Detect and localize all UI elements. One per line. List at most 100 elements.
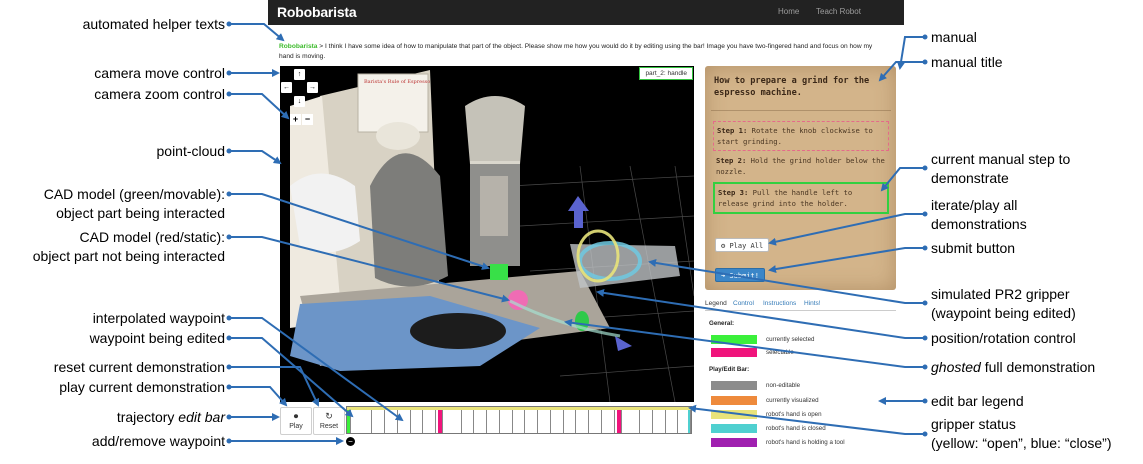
edit-bar-waypoint[interactable] — [438, 410, 444, 433]
label-gripper-line1: simulated PR2 gripper — [931, 286, 1070, 302]
edit-bar-waypoint[interactable] — [627, 410, 641, 433]
reset-button[interactable]: ↻ Reset — [313, 407, 345, 435]
info-tabs: Legend Control Instructions Hints! — [705, 299, 896, 311]
step-1-number: Step 1: — [717, 126, 748, 135]
edit-bar-waypoint[interactable] — [688, 410, 691, 433]
edit-bar-waypoint[interactable] — [513, 410, 526, 433]
label-waypoint-edited: waypoint being edited — [89, 330, 225, 346]
submit-button[interactable]: ➜ Submit! — [715, 268, 765, 282]
edit-bar-waypoint[interactable] — [589, 410, 602, 433]
nav-teach-robot[interactable]: Teach Robot — [816, 7, 861, 16]
white-mug — [290, 173, 360, 253]
tab-instructions[interactable]: Instructions — [763, 300, 796, 307]
edit-bar-waypoint[interactable] — [423, 410, 437, 433]
play-all-button[interactable]: ⚙ Play All — [715, 238, 770, 252]
simulated-pr2-gripper[interactable] — [570, 229, 680, 288]
legend-swatch-closed — [711, 424, 757, 433]
edit-bar-waypoint[interactable] — [449, 410, 462, 433]
legend-label-visualized: currently visualized — [766, 397, 819, 404]
manual-step-1[interactable]: Step 1: Rotate the knob clockwise to sta… — [713, 121, 889, 151]
label-cad-red-line2: object part not being interacted — [32, 248, 225, 264]
label-cad-green-line1: CAD model (green/movable): — [43, 186, 225, 202]
legend-swatch-visualized — [711, 396, 757, 405]
whiteboard-text: Barista's Rule of Espresso — [364, 79, 430, 85]
edit-bar-waypoint[interactable] — [347, 410, 351, 433]
legend-swatch-tool — [711, 438, 757, 447]
legend-swatch-non-editable — [711, 381, 757, 390]
tab-hints[interactable]: Hints! — [804, 300, 821, 307]
point-cloud-scene[interactable]: Barista's Rule of Espresso — [280, 66, 694, 402]
edit-bar-waypoint[interactable] — [616, 410, 622, 433]
3d-viewer[interactable]: Barista's Rule of Espresso part_2: handl… — [280, 66, 694, 402]
play-button[interactable]: ⏺ Play — [280, 407, 312, 435]
edit-bar-waypoint[interactable] — [551, 410, 564, 433]
label-point-cloud: point-cloud — [156, 143, 226, 159]
legend-label-closed: robot's hand is closed — [766, 425, 826, 432]
edit-bar-waypoint[interactable] — [602, 410, 615, 433]
legend-playedit-title: Play/Edit Bar: — [709, 366, 750, 373]
zoom-out-button[interactable]: − — [302, 114, 313, 125]
label-gripper-status: gripper status (yellow: “open”, blue: “c… — [931, 415, 1112, 453]
label-ghosted-demo: ghosted full demonstration — [931, 358, 1095, 377]
legend-label-selected: currently selected — [766, 336, 815, 343]
edit-bar-waypoint[interactable] — [474, 410, 488, 433]
label-iterate-line2: demonstrations — [931, 216, 1027, 232]
label-manual-title: manual title — [931, 54, 1003, 70]
edit-bar-waypoint[interactable] — [385, 410, 398, 433]
legend-general-title: General: — [709, 320, 735, 327]
reset-icon: ↻ — [325, 411, 333, 421]
edit-bar-waypoint[interactable] — [576, 410, 590, 433]
edit-bar-waypoint[interactable] — [398, 410, 411, 433]
trajectory-edit-bar[interactable] — [346, 406, 692, 434]
edit-bar-waypoint[interactable] — [411, 410, 424, 433]
edit-bar-waypoint[interactable] — [487, 410, 500, 433]
manual-title: How to prepare a grind for the espresso … — [714, 76, 870, 98]
label-cad-green-line2: object part being interacted — [56, 205, 225, 221]
label-trajectory-em: edit bar — [178, 409, 225, 425]
bottle-top — [376, 122, 420, 150]
step-2-number: Step 2: — [716, 156, 747, 165]
label-cad-green: CAD model (green/movable): object part b… — [44, 185, 225, 223]
camera-up-button[interactable]: ↑ — [294, 69, 305, 80]
play-icon: ⏺ — [293, 411, 299, 421]
edit-bar-waypoint[interactable] — [525, 410, 539, 433]
helper-message: I think I have some idea of how to manip… — [279, 43, 873, 60]
grinder-hopper — [465, 96, 525, 164]
edit-bar-waypoint[interactable] — [564, 410, 577, 433]
nav-home[interactable]: Home — [778, 7, 799, 16]
label-current-step-line2: demonstrate — [931, 170, 1009, 186]
label-edit-bar-legend: edit bar legend — [931, 393, 1024, 409]
edit-bar-waypoint[interactable] — [640, 410, 653, 433]
zoom-in-button[interactable]: + — [290, 114, 301, 125]
legend-swatch-selectable — [711, 348, 757, 357]
tab-legend[interactable]: Legend — [705, 300, 727, 307]
manual-rule — [711, 110, 891, 111]
edit-bar-waypoint[interactable] — [538, 410, 551, 433]
manual-step-3-current[interactable]: Step 3: Pull the handle left to release … — [713, 182, 889, 214]
camera-right-button[interactable]: → — [307, 82, 318, 93]
camera-down-button[interactable]: ↓ — [294, 96, 305, 107]
edit-bar-waypoint[interactable] — [666, 410, 679, 433]
dark-plate — [410, 313, 506, 349]
label-camera-zoom: camera zoom control — [94, 86, 225, 102]
edit-bar-waypoint[interactable] — [653, 410, 666, 433]
edit-bar-waypoint[interactable] — [462, 410, 475, 433]
edit-bar-waypoint[interactable] — [500, 410, 513, 433]
play-all-label: Play All — [729, 242, 764, 250]
edit-bar-waypoint[interactable] — [372, 410, 386, 433]
edit-bar-waypoint[interactable] — [360, 410, 373, 433]
camera-left-button[interactable]: ← — [281, 82, 292, 93]
cad-model-green[interactable] — [490, 264, 508, 280]
helper-speaker: Robobarista — [279, 43, 318, 50]
brand-logo[interactable]: Robobarista — [277, 4, 357, 20]
label-ghosted-rest: full demonstration — [980, 359, 1096, 375]
tab-control[interactable]: Control — [733, 300, 754, 307]
add-remove-waypoint-button[interactable]: − — [346, 437, 355, 446]
legend-label-open: robot's hand is open — [766, 411, 822, 418]
manual-step-2[interactable]: Step 2: Hold the grind holder below the … — [713, 152, 889, 180]
legend-swatch-open — [711, 410, 757, 419]
label-iterate-line1: iterate/play all — [931, 197, 1018, 213]
label-submit-button: submit button — [931, 240, 1016, 256]
reset-label: Reset — [319, 423, 339, 430]
step-3-number: Step 3: — [718, 188, 749, 197]
